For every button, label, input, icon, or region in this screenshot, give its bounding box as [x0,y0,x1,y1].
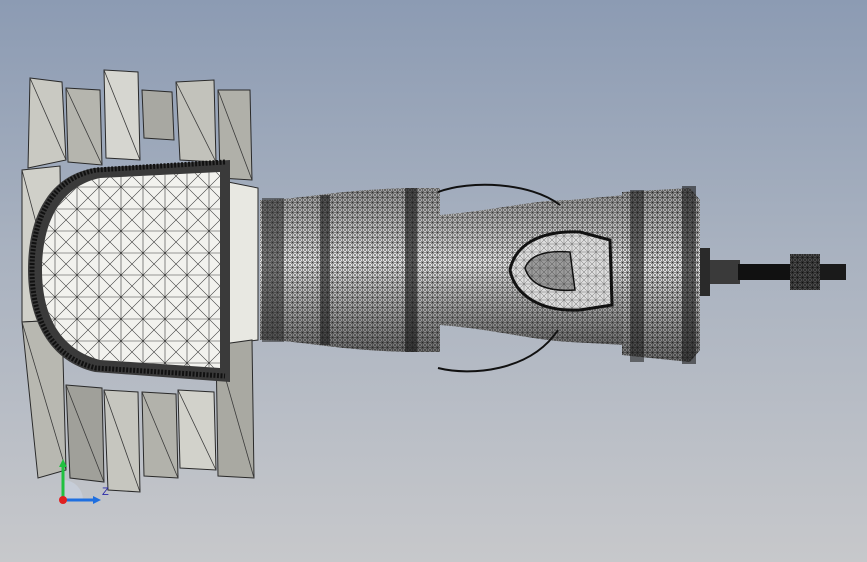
tube-ring [262,198,284,342]
forearm [437,183,625,373]
axis-triad: Z [59,459,109,504]
finger-panel [27,77,67,169]
finger-panel [141,89,175,141]
z-arrow-icon [93,496,101,504]
tube-ring [405,188,417,352]
shaft [700,248,846,296]
z-axis-label: Z [102,486,109,498]
cad-3d-viewport[interactable] [0,0,867,562]
shoulder [622,186,700,364]
shoulder-ring [630,190,644,362]
origin-icon [59,496,67,504]
end-cap [820,264,846,280]
shaft-rod [738,264,794,280]
wrist-tube [260,188,440,352]
shoulder-ring [682,186,696,364]
y-arrow-icon [59,459,67,467]
triad-arc [63,480,83,500]
tube-ring [320,195,330,345]
gripper-palm [28,159,230,382]
